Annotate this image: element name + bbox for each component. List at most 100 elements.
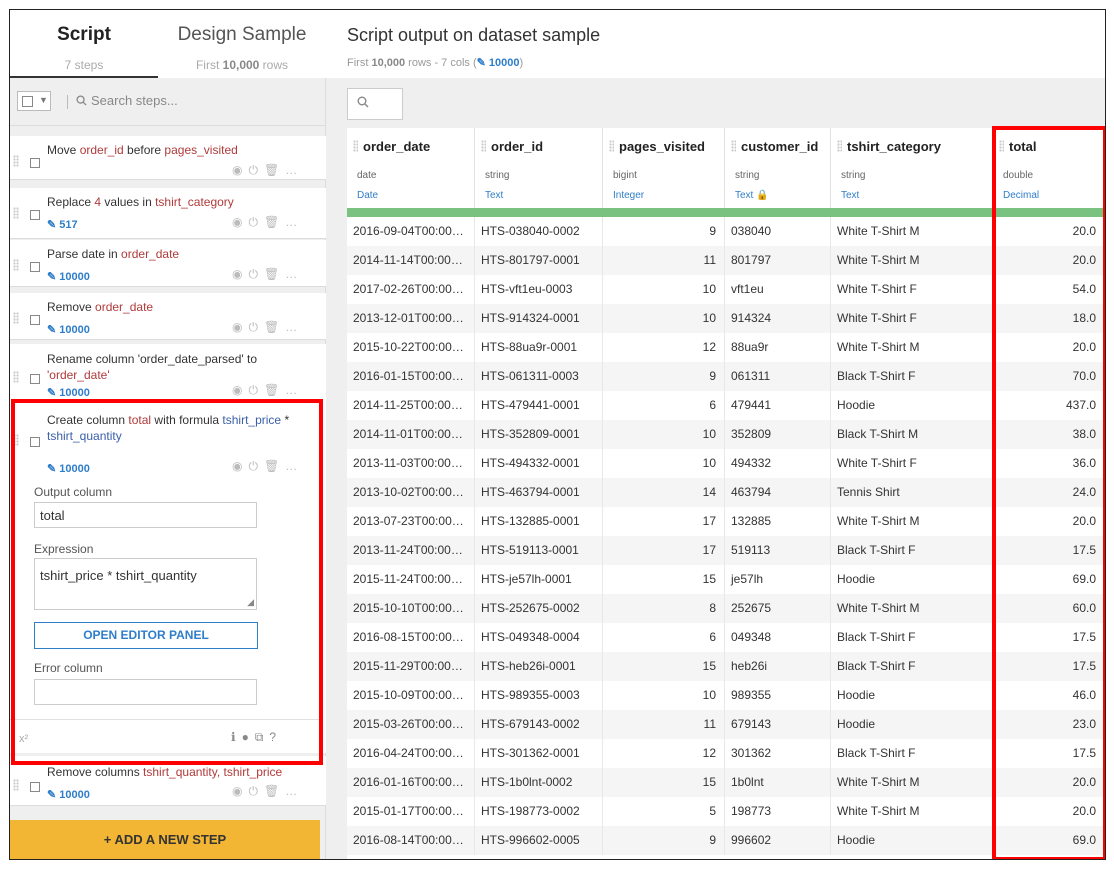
table-cell[interactable]: White T-Shirt M xyxy=(831,594,993,623)
column-header[interactable]: customer_id string Text 🔒 xyxy=(725,128,831,208)
trash-icon[interactable]: 🗑 xyxy=(264,784,285,798)
table-cell[interactable]: HTS-252675-0002 xyxy=(475,594,603,623)
table-cell[interactable]: HTS-061311-0003 xyxy=(475,362,603,391)
trash-icon[interactable]: 🗑 xyxy=(264,215,285,229)
table-cell[interactable]: Hoodie xyxy=(831,391,993,420)
column-storage-type[interactable]: string xyxy=(485,170,509,181)
table-cell[interactable]: HTS-519113-0001 xyxy=(475,536,603,565)
step-checkbox[interactable] xyxy=(30,158,40,168)
column-storage-type[interactable]: string xyxy=(735,170,759,181)
table-cell[interactable]: 2017-02-26T00:00… xyxy=(347,275,475,304)
table-cell[interactable]: 301362 xyxy=(725,739,831,768)
column-header[interactable]: tshirt_category string Text xyxy=(831,128,993,208)
column-name[interactable]: order_date xyxy=(353,139,430,154)
step-remove-column[interactable]: Remove order_date ✎ 10000 ◉⏻🗑… xyxy=(10,293,326,340)
table-cell[interactable]: 2016-01-16T00:00… xyxy=(347,768,475,797)
column-storage-type[interactable]: date xyxy=(357,170,376,181)
table-cell[interactable]: 2013-11-03T00:00… xyxy=(347,449,475,478)
table-cell[interactable]: HTS-479441-0001 xyxy=(475,391,603,420)
table-cell[interactable]: 132885 xyxy=(725,507,831,536)
eye-icon[interactable]: ◉ xyxy=(232,215,248,229)
eye-icon[interactable]: ◉ xyxy=(232,267,248,281)
table-cell[interactable]: HTS-heb26i-0001 xyxy=(475,652,603,681)
table-cell[interactable]: 10 xyxy=(603,304,725,333)
step-checkbox[interactable] xyxy=(30,210,40,220)
trash-icon[interactable]: 🗑 xyxy=(264,163,285,177)
table-cell[interactable]: 9 xyxy=(603,217,725,246)
table-cell[interactable]: 17 xyxy=(603,507,725,536)
table-cell[interactable]: 15 xyxy=(603,565,725,594)
table-cell[interactable]: 10 xyxy=(603,681,725,710)
table-cell[interactable]: White T-Shirt F xyxy=(831,449,993,478)
trash-icon[interactable]: 🗑 xyxy=(264,383,285,397)
table-cell[interactable]: HTS-494332-0001 xyxy=(475,449,603,478)
table-cell[interactable]: White T-Shirt M xyxy=(831,333,993,362)
table-cell[interactable]: White T-Shirt M xyxy=(831,797,993,826)
table-cell[interactable]: 494332 xyxy=(725,449,831,478)
drag-handle-icon[interactable] xyxy=(353,140,358,152)
drag-handle-icon[interactable] xyxy=(13,207,19,219)
table-cell[interactable]: Black T-Shirt F xyxy=(831,362,993,391)
table-cell[interactable]: 2016-08-14T00:00… xyxy=(347,826,475,855)
drag-handle-icon[interactable] xyxy=(13,779,19,791)
table-cell[interactable]: 9 xyxy=(603,362,725,391)
table-cell[interactable]: 2014-11-14T00:00… xyxy=(347,246,475,275)
more-icon[interactable]: … xyxy=(285,215,303,229)
table-cell[interactable]: 252675 xyxy=(725,594,831,623)
table-cell[interactable]: HTS-vft1eu-0003 xyxy=(475,275,603,304)
table-cell[interactable]: HTS-352809-0001 xyxy=(475,420,603,449)
table-cell[interactable]: 2013-11-24T00:00… xyxy=(347,536,475,565)
table-cell[interactable]: 801797 xyxy=(725,246,831,275)
column-meaning[interactable]: Text xyxy=(485,190,503,201)
more-icon[interactable]: … xyxy=(285,320,303,334)
table-cell[interactable]: 2015-11-24T00:00… xyxy=(347,565,475,594)
table-cell[interactable]: 989355 xyxy=(725,681,831,710)
table-search-button[interactable] xyxy=(347,88,403,120)
table-cell[interactable]: 2014-11-25T00:00… xyxy=(347,391,475,420)
drag-handle-icon[interactable] xyxy=(13,155,19,167)
table-cell[interactable]: White T-Shirt M xyxy=(831,768,993,797)
step-checkbox[interactable] xyxy=(30,374,40,384)
column-header[interactable]: order_datedate Date xyxy=(347,128,475,208)
table-cell[interactable]: Black T-Shirt F xyxy=(831,536,993,565)
table-cell[interactable]: 14 xyxy=(603,478,725,507)
table-cell[interactable]: 12 xyxy=(603,739,725,768)
table-cell[interactable]: Hoodie xyxy=(831,826,993,855)
table-cell[interactable]: 15 xyxy=(603,768,725,797)
table-cell[interactable]: 15 xyxy=(603,652,725,681)
table-cell[interactable]: je57lh xyxy=(725,565,831,594)
table-cell[interactable]: Hoodie xyxy=(831,681,993,710)
table-cell[interactable]: HTS-463794-0001 xyxy=(475,478,603,507)
table-cell[interactable]: heb26i xyxy=(725,652,831,681)
table-cell[interactable]: White T-Shirt F xyxy=(831,275,993,304)
table-cell[interactable]: 2015-10-10T00:00… xyxy=(347,594,475,623)
table-cell[interactable]: 198773 xyxy=(725,797,831,826)
table-cell[interactable]: 2016-01-15T00:00… xyxy=(347,362,475,391)
column-header[interactable]: pages_visited bigint Integer xyxy=(603,128,725,208)
table-cell[interactable]: HTS-je57lh-0001 xyxy=(475,565,603,594)
column-meaning[interactable]: Date xyxy=(357,190,378,201)
table-cell[interactable]: HTS-88ua9r-0001 xyxy=(475,333,603,362)
add-new-step-button[interactable]: + ADD A NEW STEP xyxy=(10,820,320,859)
table-cell[interactable]: 5 xyxy=(603,797,725,826)
column-name[interactable]: tshirt_category xyxy=(837,139,941,154)
table-cell[interactable]: 996602 xyxy=(725,826,831,855)
column-name[interactable]: customer_id xyxy=(731,139,818,154)
table-cell[interactable]: Hoodie xyxy=(831,710,993,739)
power-icon[interactable]: ⏻ xyxy=(248,267,264,281)
table-cell[interactable]: Black T-Shirt F xyxy=(831,623,993,652)
drag-handle-icon[interactable] xyxy=(731,140,736,152)
power-icon[interactable]: ⏻ xyxy=(248,163,264,177)
table-cell[interactable]: 2015-03-26T00:00… xyxy=(347,710,475,739)
table-cell[interactable]: White T-Shirt F xyxy=(831,304,993,333)
table-cell[interactable]: White T-Shirt M xyxy=(831,217,993,246)
more-icon[interactable]: … xyxy=(285,163,303,177)
table-cell[interactable]: 6 xyxy=(603,391,725,420)
table-cell[interactable]: 1b0lnt xyxy=(725,768,831,797)
power-icon[interactable]: ⏻ xyxy=(248,784,264,798)
more-icon[interactable]: … xyxy=(285,267,303,281)
step-checkbox[interactable] xyxy=(30,315,40,325)
table-cell[interactable]: 519113 xyxy=(725,536,831,565)
column-meaning[interactable]: Integer xyxy=(613,190,644,201)
table-cell[interactable]: 2015-10-22T00:00… xyxy=(347,333,475,362)
